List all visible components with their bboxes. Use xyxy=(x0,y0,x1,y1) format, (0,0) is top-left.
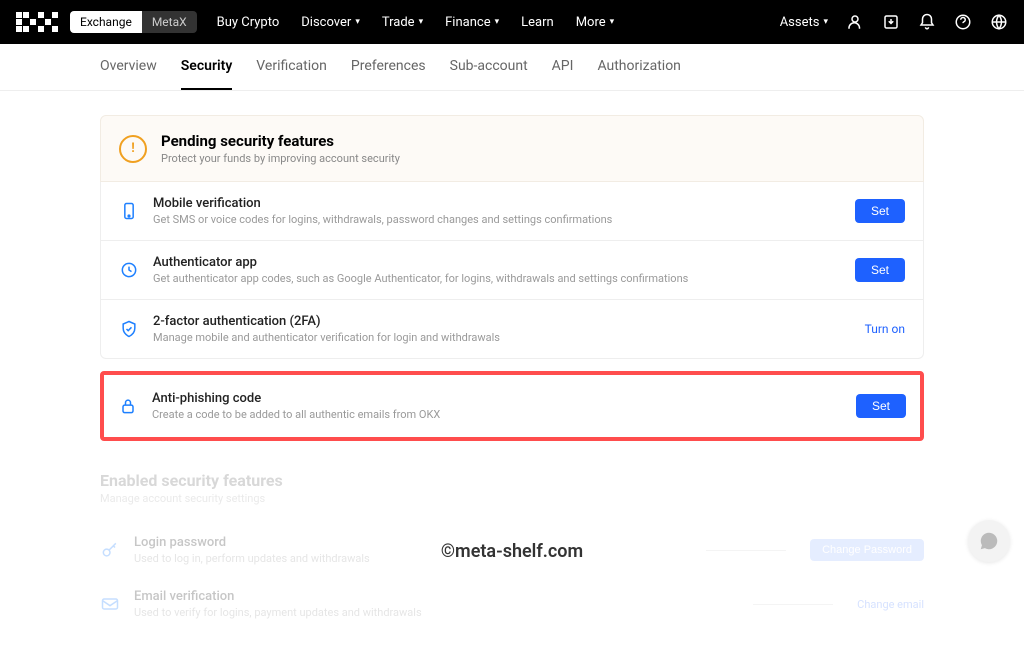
feature-2fa: 2-factor authentication (2FA) Manage mob… xyxy=(101,299,923,358)
tab-preferences[interactable]: Preferences xyxy=(351,44,426,90)
tab-overview[interactable]: Overview xyxy=(100,44,157,90)
chevron-down-icon: ▾ xyxy=(355,17,360,27)
chevron-down-icon: ▾ xyxy=(419,17,424,27)
top-navbar: Exchange MetaX Buy Crypto Discover▾ Trad… xyxy=(0,0,1024,44)
tab-sub-account[interactable]: Sub-account xyxy=(450,44,528,90)
feature-desc: Get SMS or voice codes for logins, withd… xyxy=(153,213,841,226)
feature-title: Login password xyxy=(134,535,692,550)
bell-icon[interactable] xyxy=(918,13,936,31)
feature-title: Email verification xyxy=(134,589,739,604)
change-email-link[interactable]: Change email xyxy=(857,598,924,611)
enabled-subtitle: Manage account security settings xyxy=(100,492,924,505)
set-button[interactable]: Set xyxy=(855,258,905,282)
feature-anti-phishing: Anti-phishing code Create a code to be a… xyxy=(104,375,920,437)
user-icon[interactable] xyxy=(846,13,864,31)
mode-toggle: Exchange MetaX xyxy=(70,11,197,33)
authenticator-icon xyxy=(119,260,139,280)
content-area: ! Pending security features Protect your… xyxy=(0,91,1024,671)
feature-desc: Used to log in, perform updates and with… xyxy=(134,552,692,565)
anti-phishing-highlight: Anti-phishing code Create a code to be a… xyxy=(100,371,924,441)
tab-security[interactable]: Security xyxy=(181,44,233,90)
chevron-down-icon: ▾ xyxy=(823,17,828,27)
nav-discover[interactable]: Discover▾ xyxy=(301,15,360,30)
nav-more[interactable]: More▾ xyxy=(576,15,614,30)
nav-links: Buy Crypto Discover▾ Trade▾ Finance▾ Lea… xyxy=(217,15,615,30)
feature-title: Mobile verification xyxy=(153,196,841,211)
pending-title: Pending security features xyxy=(161,132,400,150)
toggle-metax[interactable]: MetaX xyxy=(142,11,197,33)
watermark: ©meta-shelf.com xyxy=(441,541,583,562)
help-icon[interactable] xyxy=(954,13,972,31)
change-password-button[interactable]: Change Password xyxy=(810,539,924,561)
chevron-down-icon: ▾ xyxy=(610,17,615,27)
nav-buy-crypto[interactable]: Buy Crypto xyxy=(217,15,280,30)
feature-authenticator-app: Authenticator app Get authenticator app … xyxy=(101,240,923,299)
feature-desc: Get authenticator app codes, such as Goo… xyxy=(153,272,841,285)
feature-title: Authenticator app xyxy=(153,255,841,270)
pending-subtitle: Protect your funds by improving account … xyxy=(161,152,400,165)
account-tabs: Overview Security Verification Preferenc… xyxy=(0,44,1024,91)
turn-on-link[interactable]: Turn on xyxy=(865,322,905,336)
nav-trade[interactable]: Trade▾ xyxy=(382,15,423,30)
tab-verification[interactable]: Verification xyxy=(256,44,327,90)
lock-icon xyxy=(118,396,138,416)
feature-title: 2-factor authentication (2FA) xyxy=(153,314,851,329)
brand-logo[interactable] xyxy=(16,12,58,32)
feature-desc: Manage mobile and authenticator verifica… xyxy=(153,331,851,344)
key-icon xyxy=(100,540,120,560)
feature-title: Anti-phishing code xyxy=(152,391,842,406)
chevron-down-icon: ▾ xyxy=(495,17,500,27)
feature-desc: Used to verify for logins, payment updat… xyxy=(134,606,739,619)
warning-icon: ! xyxy=(119,135,147,163)
download-icon[interactable] xyxy=(882,13,900,31)
nav-assets[interactable]: Assets▾ xyxy=(780,15,828,30)
nav-right: Assets▾ xyxy=(780,13,1008,31)
feature-mobile-verification: Mobile verification Get SMS or voice cod… xyxy=(101,182,923,240)
feature-desc: Create a code to be added to all authent… xyxy=(152,408,842,421)
chat-bubble-icon[interactable] xyxy=(968,520,1010,562)
shield-icon xyxy=(119,319,139,339)
pending-banner: ! Pending security features Protect your… xyxy=(100,115,924,182)
feature-email-verification: Email verification Used to verify for lo… xyxy=(100,577,924,631)
tab-api[interactable]: API xyxy=(552,44,574,90)
nav-finance[interactable]: Finance▾ xyxy=(445,15,499,30)
enabled-title: Enabled security features xyxy=(100,471,924,490)
toggle-exchange[interactable]: Exchange xyxy=(70,11,142,33)
set-button[interactable]: Set xyxy=(855,199,905,223)
nav-learn[interactable]: Learn xyxy=(521,15,554,30)
tab-authorization[interactable]: Authorization xyxy=(597,44,680,90)
phone-icon xyxy=(119,201,139,221)
mail-icon xyxy=(100,594,120,614)
pending-feature-list: Mobile verification Get SMS or voice cod… xyxy=(100,182,924,359)
globe-icon[interactable] xyxy=(990,13,1008,31)
set-button[interactable]: Set xyxy=(856,394,906,418)
